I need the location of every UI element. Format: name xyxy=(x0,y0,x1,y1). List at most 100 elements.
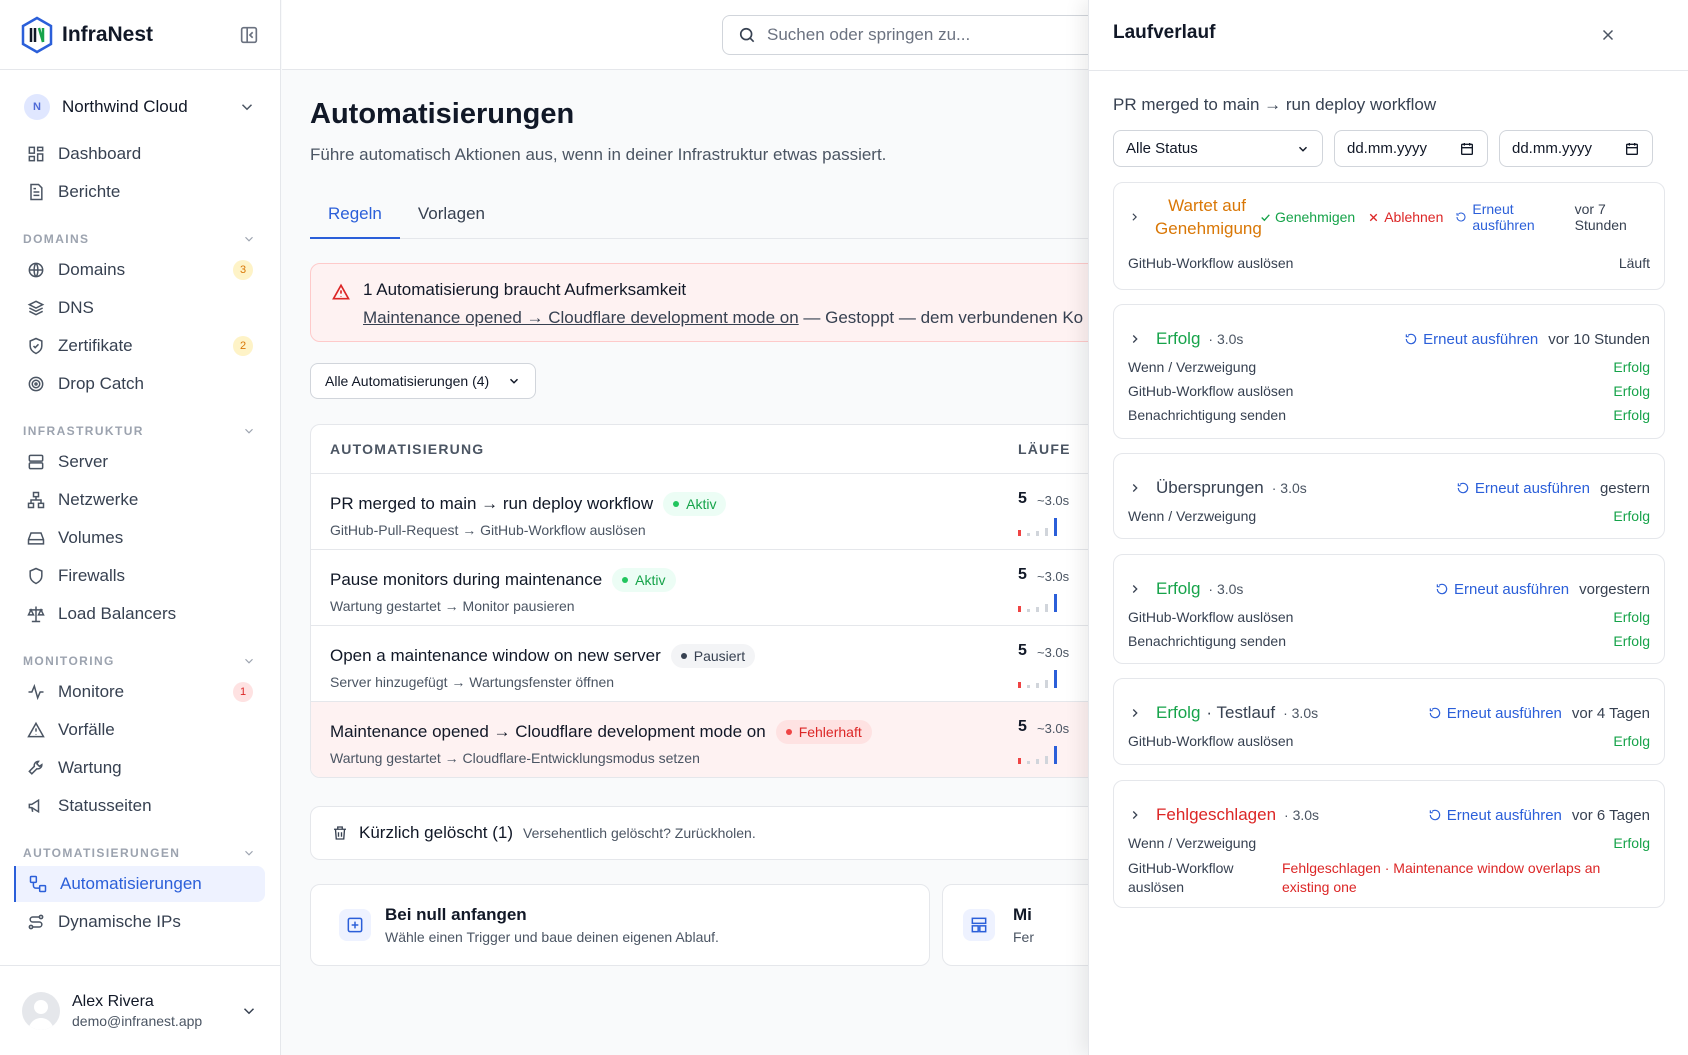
logo[interactable]: InfraNest xyxy=(20,16,153,54)
rerun-label: Erneut ausführen xyxy=(1446,704,1562,722)
rerun-label: Erneut ausführen xyxy=(1446,806,1562,824)
run-duration: · 3.0s xyxy=(1208,331,1244,347)
wrench-icon xyxy=(28,760,43,775)
status-label: Pausiert xyxy=(693,648,746,664)
rerun-button[interactable]: Erneut ausführen xyxy=(1456,480,1590,497)
step-result: Erfolg xyxy=(1613,508,1650,524)
network-icon xyxy=(27,491,45,509)
megaphone-icon xyxy=(28,798,40,814)
run-item[interactable]: Erfolg · 3.0s Erneut ausführen vorgester… xyxy=(1113,554,1665,664)
card-subtitle: Wähle einen Trigger und baue deinen eige… xyxy=(385,929,719,945)
rerun-button[interactable]: Erneut ausführen xyxy=(1404,331,1538,348)
step-result: Erfolg xyxy=(1613,835,1650,851)
run-status: Erfolg xyxy=(1156,703,1201,722)
route-icon xyxy=(28,914,44,930)
rerun-button[interactable]: Erneut ausführen xyxy=(1428,705,1562,722)
chevron-down-icon xyxy=(245,658,253,664)
run-item[interactable]: Erfolg · Testlauf · 3.0s Erneut ausführe… xyxy=(1113,678,1665,765)
sidebar-item-automations[interactable]: Automatisierungen xyxy=(14,866,265,902)
close-icon xyxy=(1369,213,1378,221)
run-count: 5 xyxy=(1018,566,1027,583)
sidebar-collapse-icon[interactable] xyxy=(238,24,260,46)
sidebar-item-label: Domains xyxy=(58,260,126,279)
search-input[interactable]: Suchen oder springen zu... xyxy=(722,15,1142,55)
chevron-right-icon[interactable] xyxy=(1128,332,1142,346)
status-badge: Pausiert xyxy=(670,644,756,668)
status-badge: Aktiv xyxy=(663,492,727,516)
rerun-button[interactable]: Erneut ausführen xyxy=(1435,581,1569,598)
date-placeholder: dd.mm.yyyy xyxy=(1347,140,1428,157)
run-sparkline xyxy=(1018,594,1057,612)
date-to-input[interactable]: dd.mm.yyyy xyxy=(1499,130,1653,167)
step-result: Erfolg xyxy=(1613,407,1650,423)
reject-label: Ablehnen xyxy=(1384,209,1444,225)
sidebar-item-label: Netzwerke xyxy=(58,490,139,509)
sidebar-item-label: Automatisierungen xyxy=(60,874,202,893)
sidebar-item-monitors[interactable]: Monitore 1 xyxy=(14,674,265,710)
step-name: Benachrichtigung senden xyxy=(1128,633,1287,649)
sidebar-item-reports[interactable]: Berichte xyxy=(14,174,265,210)
user-menu[interactable]: Alex Rivera demo@infranest.app xyxy=(0,965,280,1055)
sidebar-item-volumes[interactable]: Volumes xyxy=(14,520,265,556)
section-header-domains[interactable]: DOMAINS xyxy=(23,232,256,246)
card-subtitle: Fer xyxy=(1013,929,1034,945)
sidebar-item-dns[interactable]: DNS xyxy=(14,290,265,326)
card-title: Bei null anfangen xyxy=(385,905,527,924)
rerun-button[interactable]: Erneut ausführen xyxy=(1428,807,1562,824)
avg-duration: ~3.0s xyxy=(1037,645,1070,660)
sidebar-item-label: Dynamische IPs xyxy=(58,912,181,931)
reject-button[interactable]: Ablehnen xyxy=(1367,209,1443,225)
calendar-icon[interactable] xyxy=(1624,141,1640,157)
approve-button[interactable]: Genehmigen xyxy=(1259,209,1355,225)
sidebar-item-firewalls[interactable]: Firewalls xyxy=(14,558,265,594)
step-name: GitHub-Workflow auslösen xyxy=(1128,733,1294,749)
alert-link[interactable]: Maintenance opened → Cloudflare developm… xyxy=(363,308,799,327)
tab-rules[interactable]: Regeln xyxy=(310,196,400,239)
start-from-scratch-card[interactable]: Bei null anfangen Wähle einen Trigger un… xyxy=(310,884,930,966)
sidebar-item-status-pages[interactable]: Statusseiten xyxy=(14,788,265,824)
chevron-down-icon xyxy=(245,236,253,242)
chevron-down-icon xyxy=(241,104,253,111)
column-header: AUTOMATISIERUNG xyxy=(330,441,485,457)
chevron-right-icon[interactable] xyxy=(1128,210,1141,224)
run-sparkline xyxy=(1018,746,1057,764)
calendar-icon[interactable] xyxy=(1459,141,1475,157)
run-item[interactable]: Übersprungen · 3.0s Erneut ausführen ges… xyxy=(1113,453,1665,539)
tab-templates[interactable]: Vorlagen xyxy=(400,196,503,239)
section-header-automations[interactable]: AUTOMATISIERUNGEN xyxy=(23,846,256,860)
automation-filter-select[interactable]: Alle Automatisierungen (4) xyxy=(310,363,536,399)
run-item[interactable]: Fehlgeschlagen · 3.0s Erneut ausführen v… xyxy=(1113,780,1665,908)
step-name: GitHub-Workflow auslösen xyxy=(1128,383,1294,399)
alert-title: 1 Automatisierung braucht Aufmerksamkeit xyxy=(363,280,687,299)
sidebar-item-drop-catch[interactable]: Drop Catch xyxy=(14,366,265,402)
date-from-input[interactable]: dd.mm.yyyy xyxy=(1334,130,1488,167)
sidebar-item-dynamic-ips[interactable]: Dynamische IPs xyxy=(14,904,265,940)
rerun-button[interactable]: Erneut ausführen xyxy=(1455,201,1564,233)
chevron-right-icon[interactable] xyxy=(1128,582,1142,596)
status-filter-select[interactable]: Alle Status xyxy=(1113,130,1323,167)
close-icon[interactable] xyxy=(1599,26,1617,44)
sidebar-item-server[interactable]: Server xyxy=(14,444,265,480)
sidebar-item-certificates[interactable]: Zertifikate 2 xyxy=(14,328,265,364)
run-duration: · 3.0s xyxy=(1283,705,1319,721)
avg-duration: ~3.0s xyxy=(1037,721,1070,736)
sidebar-item-load-balancers[interactable]: Load Balancers xyxy=(14,596,265,632)
sidebar-item-dashboard[interactable]: Dashboard xyxy=(14,136,265,172)
sidebar-item-label: Monitore xyxy=(58,682,125,701)
section-header-infrastructure[interactable]: INFRASTRUKTUR xyxy=(23,424,256,438)
chevron-right-icon[interactable] xyxy=(1128,481,1142,495)
chevron-right-icon[interactable] xyxy=(1128,808,1142,822)
run-item[interactable]: Wartet auf Genehmigung Genehmigen Ablehn… xyxy=(1113,182,1665,290)
org-avatar: N xyxy=(24,94,50,120)
run-time: vor 4 Tagen xyxy=(1571,704,1650,722)
run-item[interactable]: Erfolg · 3.0s Erneut ausführen vor 10 St… xyxy=(1113,304,1665,439)
sidebar-item-networks[interactable]: Netzwerke xyxy=(14,482,265,518)
sidebar-item-incidents[interactable]: Vorfälle xyxy=(14,712,265,748)
section-header-monitoring[interactable]: MONITORING xyxy=(23,654,256,668)
chevron-right-icon[interactable] xyxy=(1128,706,1142,720)
run-sparkline xyxy=(1018,670,1057,688)
org-switcher[interactable]: N Northwind Cloud xyxy=(24,92,264,122)
chevron-down-icon xyxy=(245,850,253,856)
sidebar-item-domains[interactable]: Domains 3 xyxy=(14,252,265,288)
sidebar-item-maintenance[interactable]: Wartung xyxy=(14,750,265,786)
